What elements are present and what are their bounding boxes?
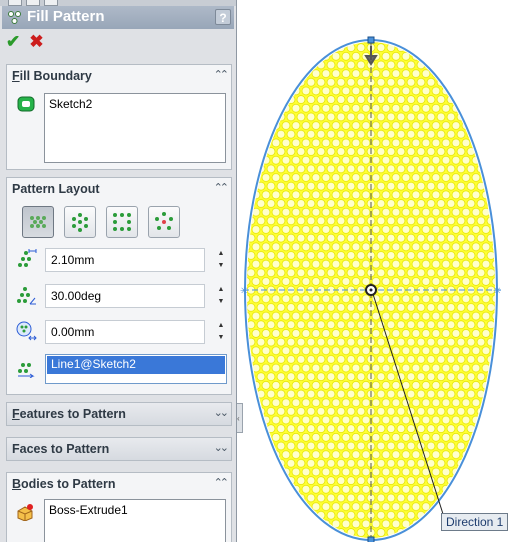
margins-input[interactable]: 0.00mm xyxy=(45,320,205,344)
bodies-to-pattern-group: Bodies to Pattern ⌃⌃ Boss-Extrude1 xyxy=(6,472,232,542)
stagger-angle-input[interactable]: 30.00deg xyxy=(45,284,205,308)
stagger-angle-icon xyxy=(17,287,36,305)
polygon-layout-icon xyxy=(155,212,173,230)
spin-down-icon[interactable]: ▼ xyxy=(213,332,229,344)
collapse-chevron-icon[interactable]: ⌃⌃ xyxy=(214,68,230,81)
circular-layout-button[interactable] xyxy=(64,206,96,238)
right-minor-endpoint-icon: ✳ xyxy=(493,286,501,297)
pattern-direction-selection[interactable]: Line1@Sketch2 xyxy=(45,354,227,384)
bodies-to-pattern-header[interactable]: Bodies to Pattern ⌃⌃ xyxy=(7,473,231,495)
fill-boundary-header[interactable]: Fill Boundary ⌃⌃ xyxy=(7,65,231,87)
instance-spacing-spinner[interactable]: ▲ ▼ xyxy=(213,248,229,272)
collapse-chevron-icon[interactable]: ⌃⌃ xyxy=(214,181,230,194)
fill-boundary-group: Fill Boundary ⌃⌃ Sketch2 xyxy=(6,64,232,170)
circular-layout-icon xyxy=(72,213,88,232)
bodies-to-pattern-title: Bodies to Pattern xyxy=(12,477,116,491)
expand-chevron-icon[interactable]: ⌄⌄ xyxy=(214,441,230,454)
fill-pattern-preview: ✳ ✳ xyxy=(240,36,501,544)
help-button[interactable]: ? xyxy=(215,9,231,25)
features-to-pattern-title: Features to Pattern xyxy=(12,407,126,421)
graphics-viewport[interactable]: ✳ ✳ xyxy=(237,0,516,544)
instance-spacing-icon xyxy=(18,249,37,267)
square-layout-button[interactable] xyxy=(106,206,138,238)
center-dot xyxy=(369,288,373,292)
panel-title-bar: Fill Pattern ? xyxy=(2,6,234,29)
solid-body-icon xyxy=(17,504,33,521)
expand-chevron-icon[interactable]: ⌄⌄ xyxy=(214,406,230,419)
faces-to-pattern-group[interactable]: Faces to Pattern ⌄⌄ xyxy=(6,437,232,461)
selected-direction-item[interactable]: Line1@Sketch2 xyxy=(47,356,225,374)
faces-to-pattern-title: Faces to Pattern xyxy=(12,442,110,456)
margins-icon xyxy=(16,321,37,341)
cancel-button[interactable]: ✖ xyxy=(29,32,49,52)
top-endpoint-handle[interactable] xyxy=(367,36,375,44)
ok-button[interactable]: ✔ xyxy=(6,32,26,52)
list-item[interactable]: Sketch2 xyxy=(45,94,225,114)
boundary-selection-icon xyxy=(17,96,35,112)
instance-spacing-input[interactable]: 2.10mm xyxy=(45,248,205,272)
bottom-endpoint-handle[interactable] xyxy=(367,536,375,544)
left-minor-endpoint-icon: ✳ xyxy=(240,286,248,297)
pattern-direction-icon xyxy=(18,363,35,378)
spin-up-icon[interactable]: ▲ xyxy=(213,248,229,260)
bodies-to-pattern-list[interactable]: Boss-Extrude1 xyxy=(44,499,226,542)
margins-spinner[interactable]: ▲ ▼ xyxy=(213,320,229,344)
pattern-layout-title: Pattern Layout xyxy=(12,182,100,196)
features-to-pattern-group[interactable]: Features to Pattern ⌄⌄ xyxy=(6,402,232,426)
spin-up-icon[interactable]: ▲ xyxy=(213,320,229,332)
direction-callout[interactable]: Direction 1 xyxy=(441,513,509,531)
list-item[interactable]: Boss-Extrude1 xyxy=(45,500,225,520)
fill-pattern-icon xyxy=(8,11,21,24)
perforation-layout-button[interactable] xyxy=(22,206,54,238)
spin-up-icon[interactable]: ▲ xyxy=(213,284,229,296)
spin-down-icon[interactable]: ▼ xyxy=(213,260,229,272)
perforation-layout-icon xyxy=(30,216,46,228)
panel-title: Fill Pattern xyxy=(27,8,105,25)
spin-down-icon[interactable]: ▼ xyxy=(213,296,229,308)
fill-boundary-title: Fill Boundary xyxy=(12,69,92,83)
fill-boundary-list[interactable]: Sketch2 xyxy=(44,93,226,163)
polygon-layout-button[interactable] xyxy=(148,206,180,238)
property-manager-panel: Fill Pattern ? ✔ ✖ Fill Boundary ⌃⌃ Sket… xyxy=(0,0,237,542)
square-layout-icon xyxy=(113,213,131,231)
pattern-layout-header[interactable]: Pattern Layout ⌃⌃ xyxy=(7,178,231,200)
stagger-angle-spinner[interactable]: ▲ ▼ xyxy=(213,284,229,308)
pattern-layout-group: Pattern Layout ⌃⌃ 2.10mm ▲ ▼ 30.00deg ▲ … xyxy=(6,177,232,395)
collapse-chevron-icon[interactable]: ⌃⌃ xyxy=(214,476,230,489)
